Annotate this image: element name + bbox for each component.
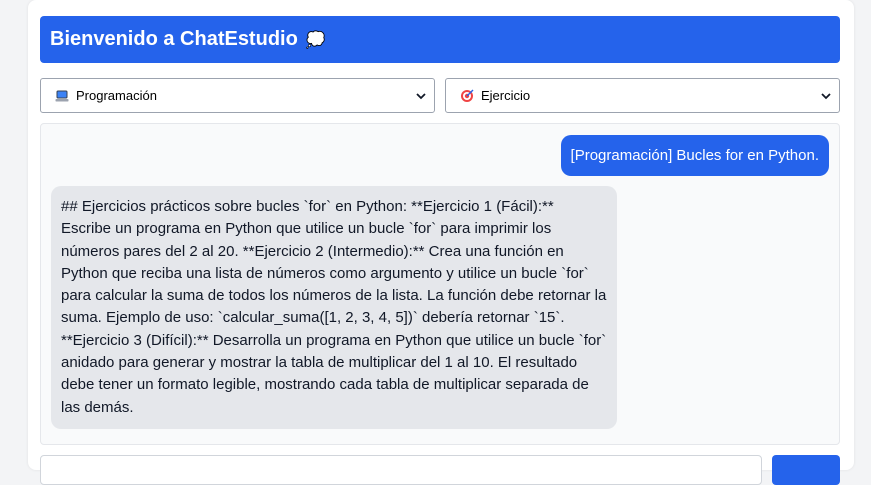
assistant-message: ## Ejercicios prácticos sobre bucles `fo… bbox=[51, 186, 617, 429]
subject-select[interactable]: Programación bbox=[40, 78, 435, 113]
app-title: Bienvenido a ChatEstudio bbox=[50, 28, 298, 50]
chevron-down-icon bbox=[416, 93, 426, 100]
chevron-down-icon bbox=[821, 93, 831, 100]
user-message: [Programación] Bucles for en Python. bbox=[560, 135, 829, 176]
app-header: Bienvenido a ChatEstudio 💭 bbox=[40, 16, 840, 63]
mode-select-value: Ejercicio bbox=[481, 88, 531, 103]
subject-select-value: Programación bbox=[76, 88, 157, 103]
mode-select[interactable]: Ejercicio bbox=[445, 78, 840, 113]
thought-bubble-icon: 💭 bbox=[305, 31, 326, 49]
message-input[interactable] bbox=[40, 455, 762, 485]
chat-messages[interactable]: [Programación] Bucles for en Python. ## … bbox=[40, 123, 840, 445]
laptop-icon bbox=[55, 90, 69, 101]
send-button[interactable] bbox=[772, 455, 840, 485]
target-icon bbox=[461, 89, 474, 102]
